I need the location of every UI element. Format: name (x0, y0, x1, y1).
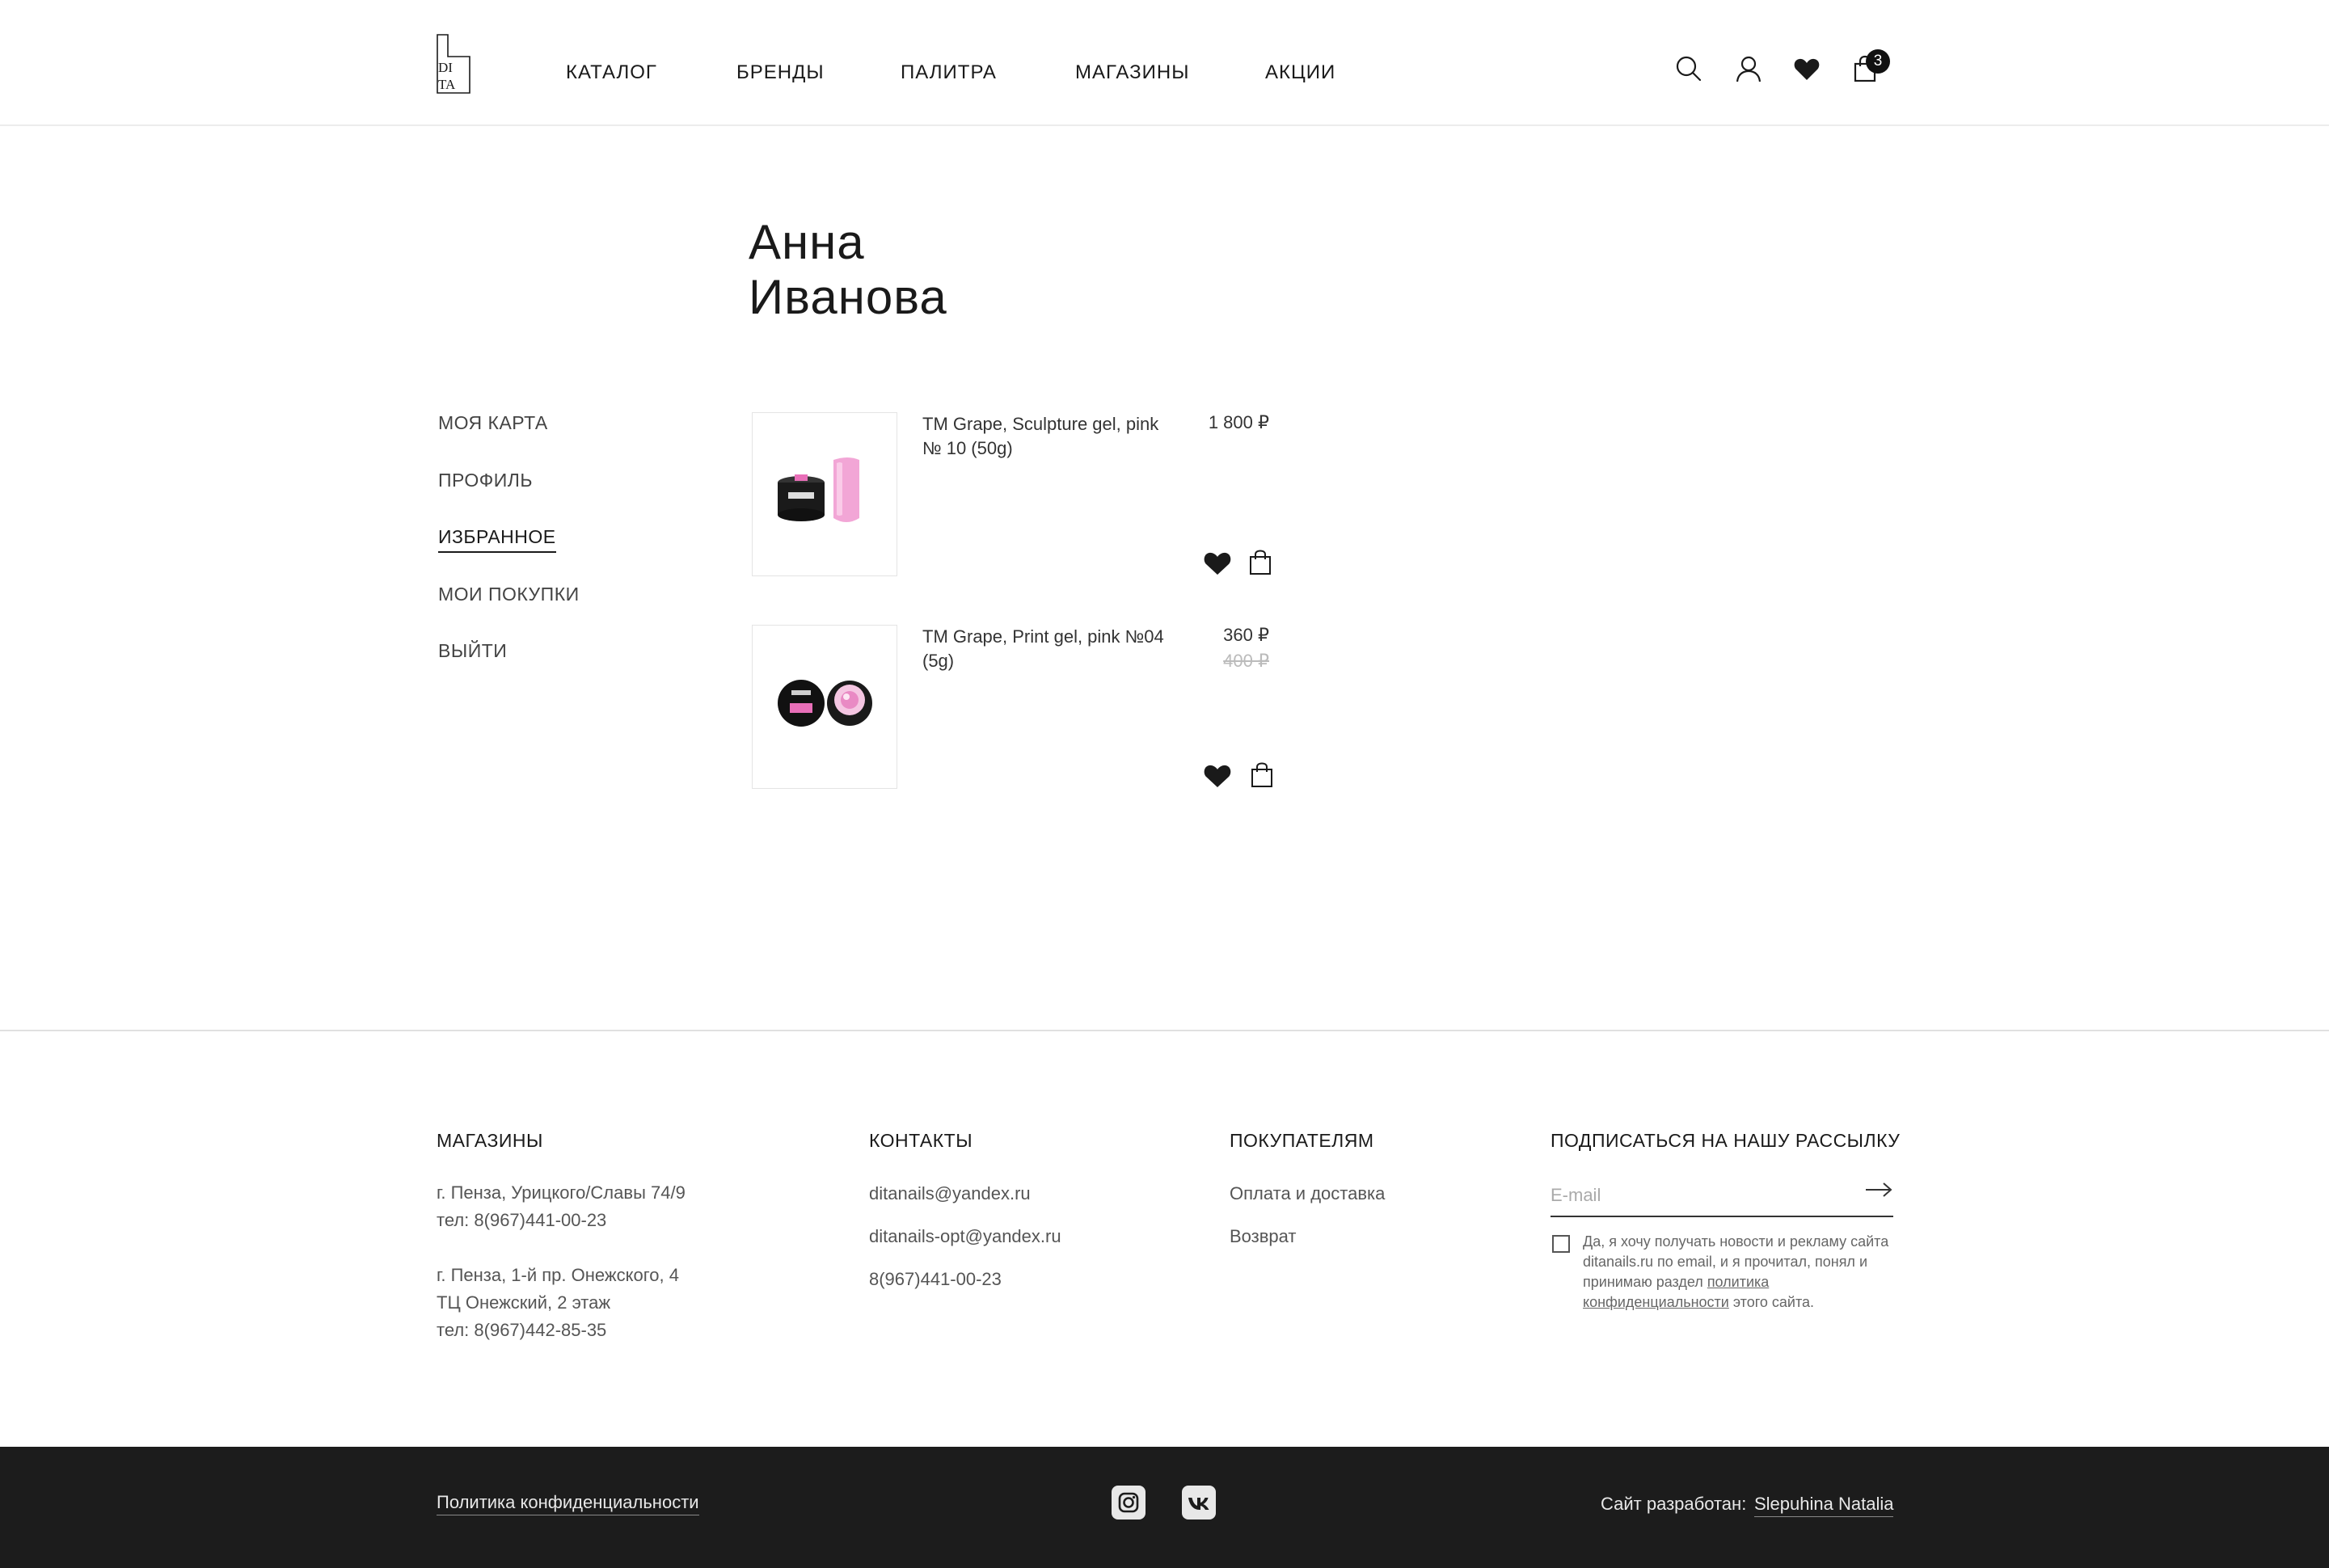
contact-email-link[interactable]: ditanails@yandex.ru (869, 1183, 1031, 1204)
sidebar-item-my-card[interactable]: МОЯ КАРТА (438, 412, 548, 434)
nav-stores[interactable]: МАГАЗИНЫ (1075, 61, 1189, 84)
svg-text:TA: TA (438, 77, 456, 92)
newsletter-heading: ПОДПИСАТЬСЯ НА НАШУ РАССЫЛКУ (1551, 1130, 1901, 1151)
contact-opt-email-link[interactable]: ditanails-opt@yandex.ru (869, 1226, 1061, 1247)
nav-brands[interactable]: БРЕНДЫ (736, 61, 825, 84)
newsletter-consent-checkbox[interactable] (1552, 1235, 1570, 1253)
product-title[interactable]: TM Grape, Sculpture gel, pink № 10 (50g) (922, 412, 1165, 461)
returns-link[interactable]: Возврат (1230, 1226, 1297, 1247)
product-price: 360 ₽ (1223, 625, 1269, 645)
product-image[interactable] (752, 412, 897, 576)
user-first-name: Анна (749, 215, 865, 269)
sidebar-item-my-purchases[interactable]: МОИ ПОКУПКИ (438, 584, 580, 605)
vk-icon[interactable] (1182, 1486, 1216, 1520)
cart-count-badge: 3 (1866, 49, 1890, 74)
sidebar-item-favorites[interactable]: ИЗБРАННОЕ (438, 526, 556, 553)
product-title[interactable]: TM Grape, Print gel, pink №04 (5g) (922, 625, 1165, 673)
developer-label: Сайт разработан: (1601, 1494, 1747, 1514)
product-price: 1 800 ₽ (1208, 412, 1269, 432)
remove-favorite-heart-icon[interactable] (1203, 764, 1232, 788)
developer-link[interactable]: Slepuhina Natalia (1754, 1494, 1894, 1517)
footer-bottom-bar (0, 1447, 2329, 1568)
newsletter-consent-text: Да, я хочу получать новости и рекламу са… (1583, 1232, 1890, 1313)
payment-delivery-link[interactable]: Оплата и доставка (1230, 1183, 1385, 1204)
footer-stores-heading: МАГАЗИНЫ (437, 1130, 543, 1151)
instagram-icon[interactable] (1112, 1486, 1146, 1520)
favorite-product-card: TM Grape, Print gel, pink №04 (5g) 360 ₽… (752, 625, 1277, 790)
product-old-price: 400 ₽ (1223, 651, 1269, 671)
consent-tail: этого сайта. (1732, 1294, 1815, 1310)
user-icon[interactable] (1735, 55, 1762, 82)
site-header: DI TA КАТАЛОГ БРЕНДЫ ПАЛИТРА МАГАЗИНЫ АК… (0, 0, 2329, 126)
footer-customers-heading: ПОКУПАТЕЛЯМ (1230, 1130, 1374, 1151)
footer-contacts-heading: КОНТАКТЫ (869, 1130, 973, 1151)
store-phone-1: тел: 8(967)441-00-23 (437, 1210, 607, 1230)
nav-promotions[interactable]: АКЦИИ (1265, 61, 1335, 84)
sidebar-item-logout[interactable]: ВЫЙТИ (438, 640, 507, 662)
store-mall-2: ТЦ Онежский, 2 этаж (437, 1292, 611, 1313)
subscribe-arrow-icon[interactable] (1864, 1180, 1893, 1199)
remove-favorite-heart-icon[interactable] (1203, 551, 1232, 575)
heart-icon[interactable] (1793, 55, 1821, 82)
nav-palette[interactable]: ПАЛИТРА (901, 61, 997, 84)
add-to-cart-bag-icon[interactable] (1250, 762, 1274, 788)
footer-divider (0, 1030, 2329, 1031)
profile-user-name: Анна Иванова (749, 215, 947, 325)
newsletter-email-input[interactable] (1551, 1175, 1893, 1217)
store-address-2: г. Пенза, 1-й пр. Онежского, 4 (437, 1265, 679, 1285)
privacy-policy-link[interactable]: Политика конфиденциальности (437, 1492, 699, 1515)
contact-phone-link[interactable]: 8(967)441-00-23 (869, 1269, 1002, 1290)
sidebar-item-profile[interactable]: ПРОФИЛЬ (438, 470, 533, 491)
add-to-cart-bag-icon[interactable] (1248, 550, 1272, 575)
search-icon[interactable] (1675, 55, 1702, 82)
product-image[interactable] (752, 625, 897, 789)
store-phone-2: тел: 8(967)442-85-35 (437, 1320, 607, 1340)
favorite-product-card: TM Grape, Sculpture gel, pink № 10 (50g)… (752, 412, 1277, 578)
store-address-1: г. Пенза, Урицкого/Славы 74/9 (437, 1182, 686, 1203)
dita-logo[interactable]: DI TA (437, 34, 470, 94)
nav-catalog[interactable]: КАТАЛОГ (566, 61, 657, 84)
user-last-name: Иванова (749, 270, 947, 324)
svg-text:DI: DI (438, 60, 453, 75)
